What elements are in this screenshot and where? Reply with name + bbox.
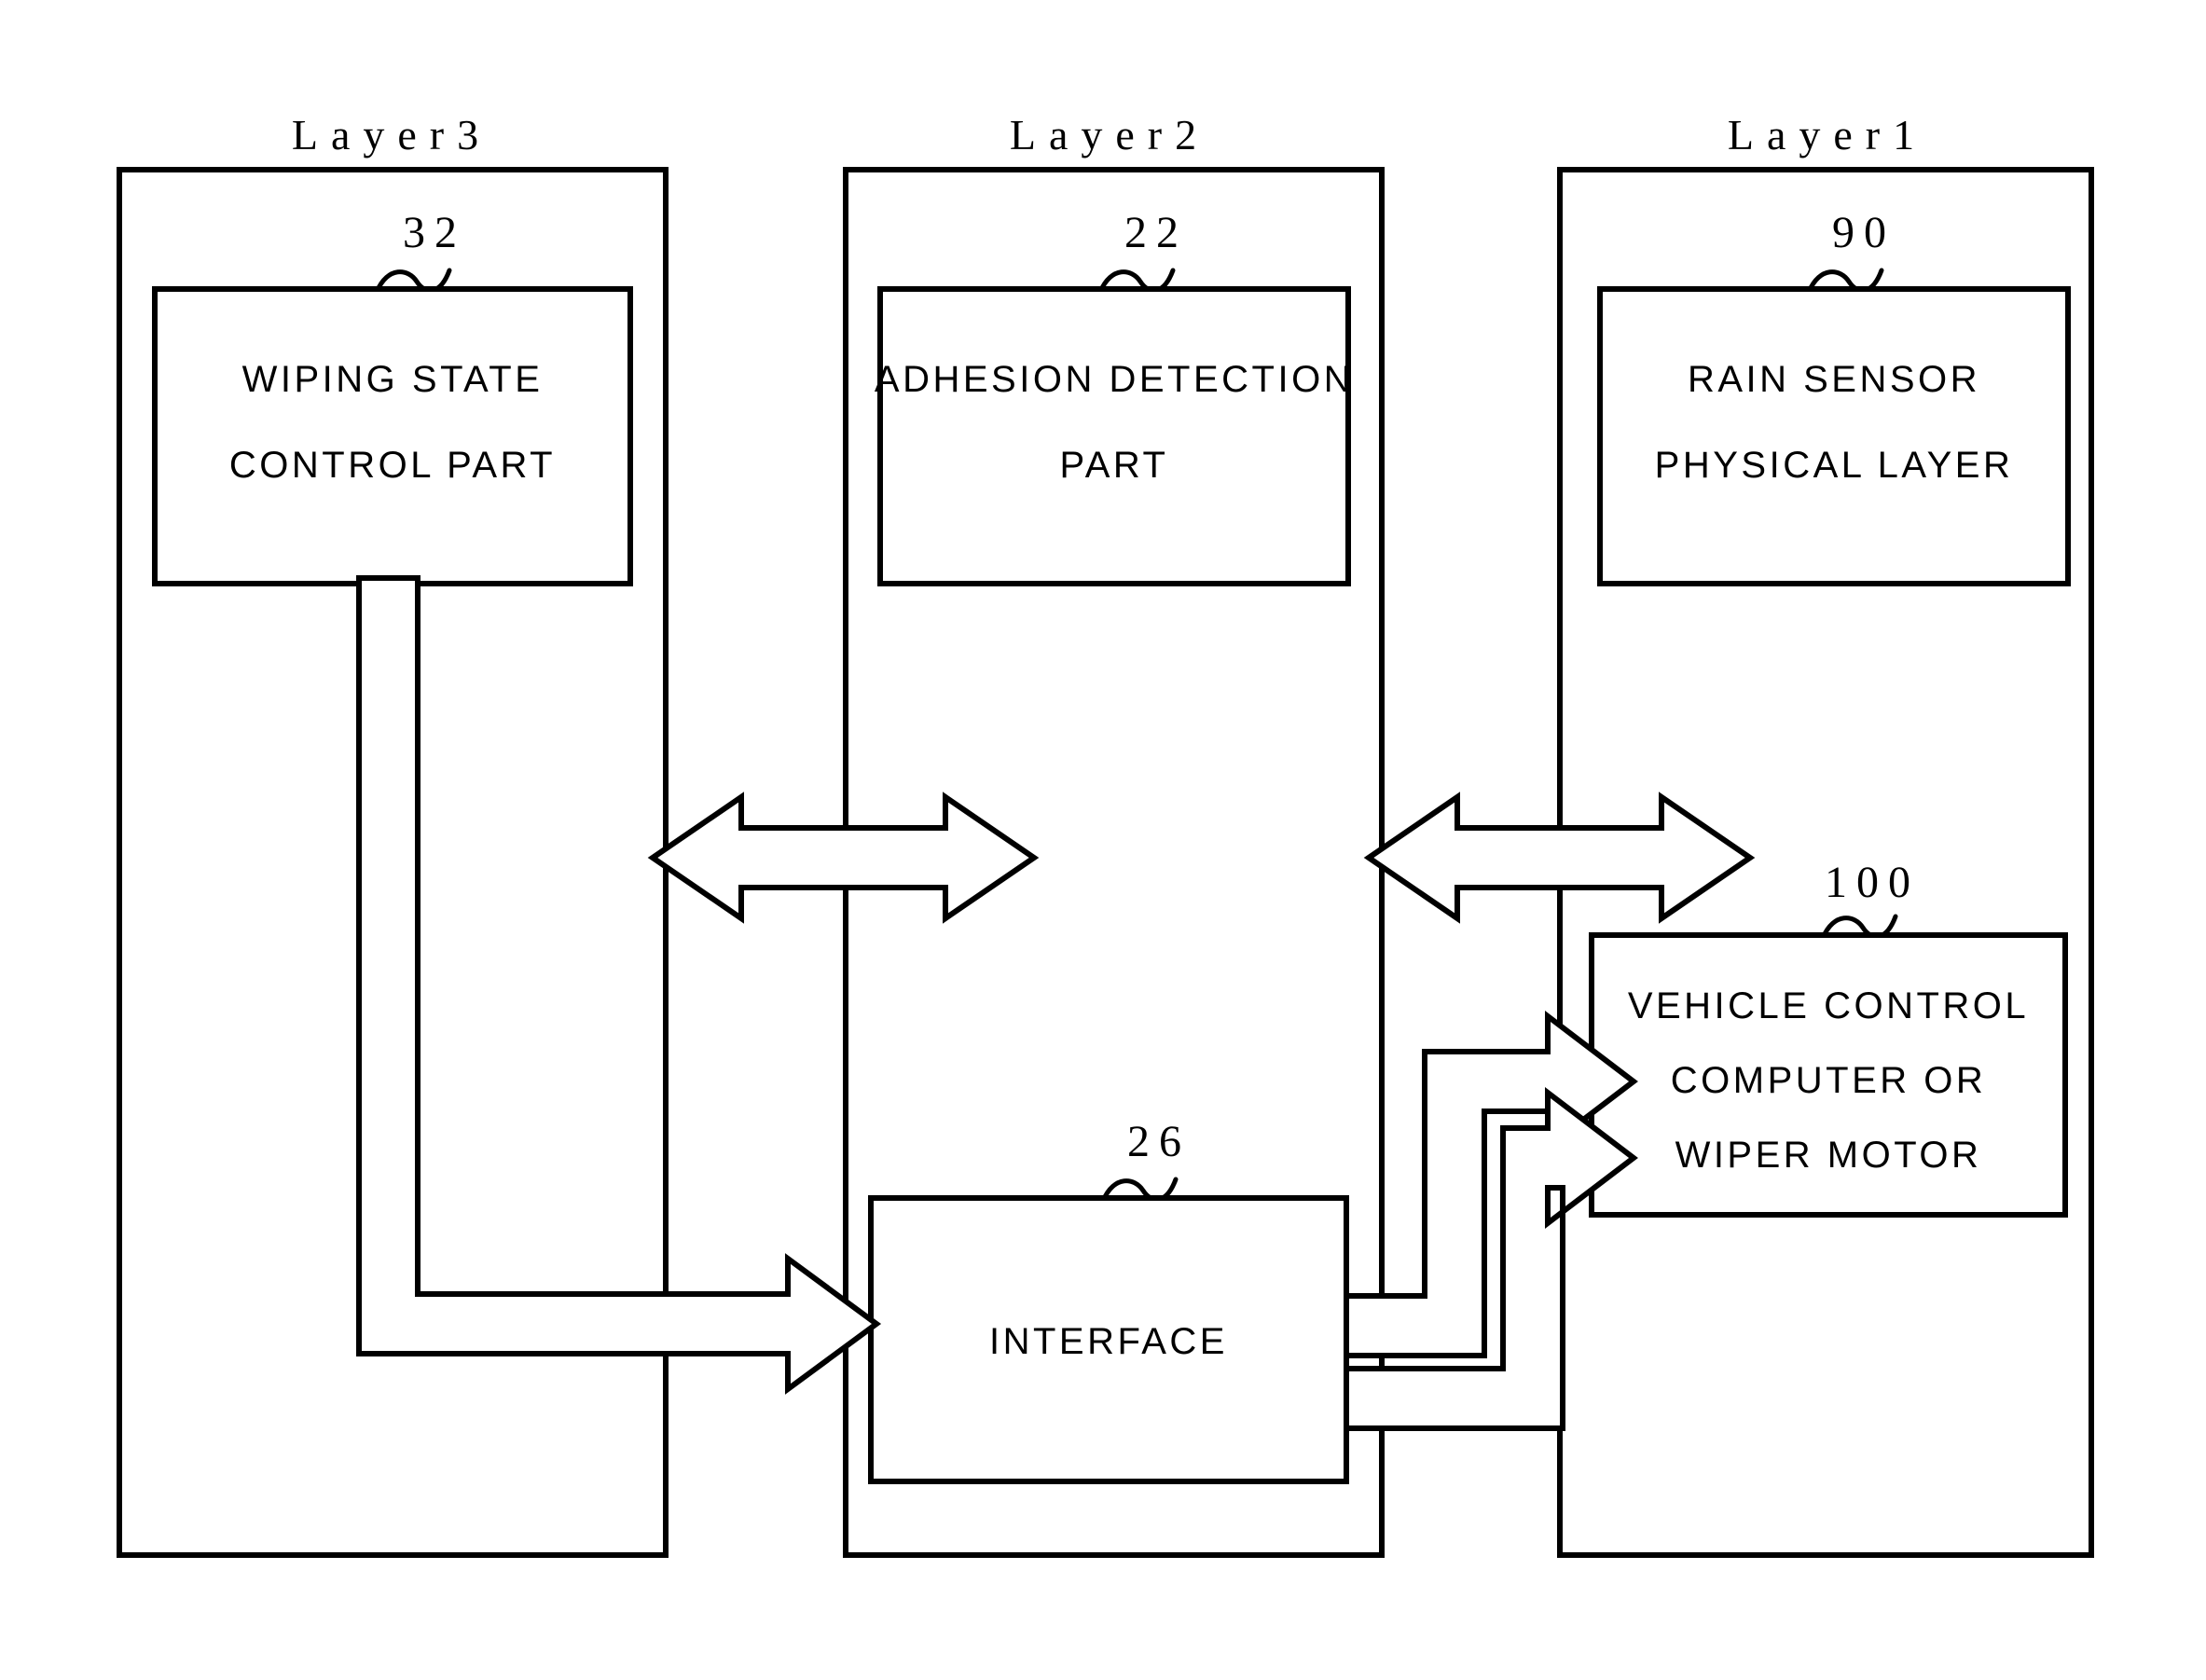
layer3-title: Layer3 bbox=[292, 111, 491, 158]
rain-sensor-physical-layer-box bbox=[1597, 286, 2071, 586]
adhesion-detection-part-box bbox=[877, 286, 1351, 586]
rain-sensor-physical-layer-label-line2: PHYSICAL LAYER bbox=[1655, 445, 2014, 486]
ref-numeral-26: 26 bbox=[1127, 1117, 1191, 1166]
wiping-state-control-part-label-line2: CONTROL PART bbox=[229, 445, 556, 486]
block-diagram: Layer3 32 WIPING STATE CONTROL PART Laye… bbox=[117, 111, 2094, 1558]
rain-sensor-physical-layer-label-line1: RAIN SENSOR bbox=[1688, 359, 1980, 400]
vehicle-control-label-line1: VEHICLE CONTROL bbox=[1628, 985, 2029, 1026]
wiping-state-control-part-label-line1: WIPING STATE bbox=[242, 359, 544, 400]
figure-root: Layer3 32 WIPING STATE CONTROL PART Laye… bbox=[0, 0, 2206, 1680]
ref-numeral-32: 32 bbox=[403, 208, 466, 257]
adhesion-detection-part-label-line2: PART bbox=[1060, 445, 1169, 486]
ref-numeral-90: 90 bbox=[1832, 208, 1896, 257]
layer1-title: Layer1 bbox=[1728, 111, 1927, 158]
ref-numeral-22: 22 bbox=[1124, 208, 1188, 257]
layer2-title: Layer2 bbox=[1010, 111, 1209, 158]
ref-numeral-100: 100 bbox=[1825, 858, 1920, 907]
vehicle-control-label-line3: WIPER MOTOR bbox=[1675, 1135, 1982, 1176]
vehicle-control-label-line2: COMPUTER OR bbox=[1671, 1060, 1987, 1101]
wiping-state-control-part-box bbox=[152, 286, 633, 586]
adhesion-detection-part-label-line1: ADHESION DETECTION bbox=[875, 359, 1354, 400]
interface-label: INTERFACE bbox=[989, 1321, 1228, 1362]
